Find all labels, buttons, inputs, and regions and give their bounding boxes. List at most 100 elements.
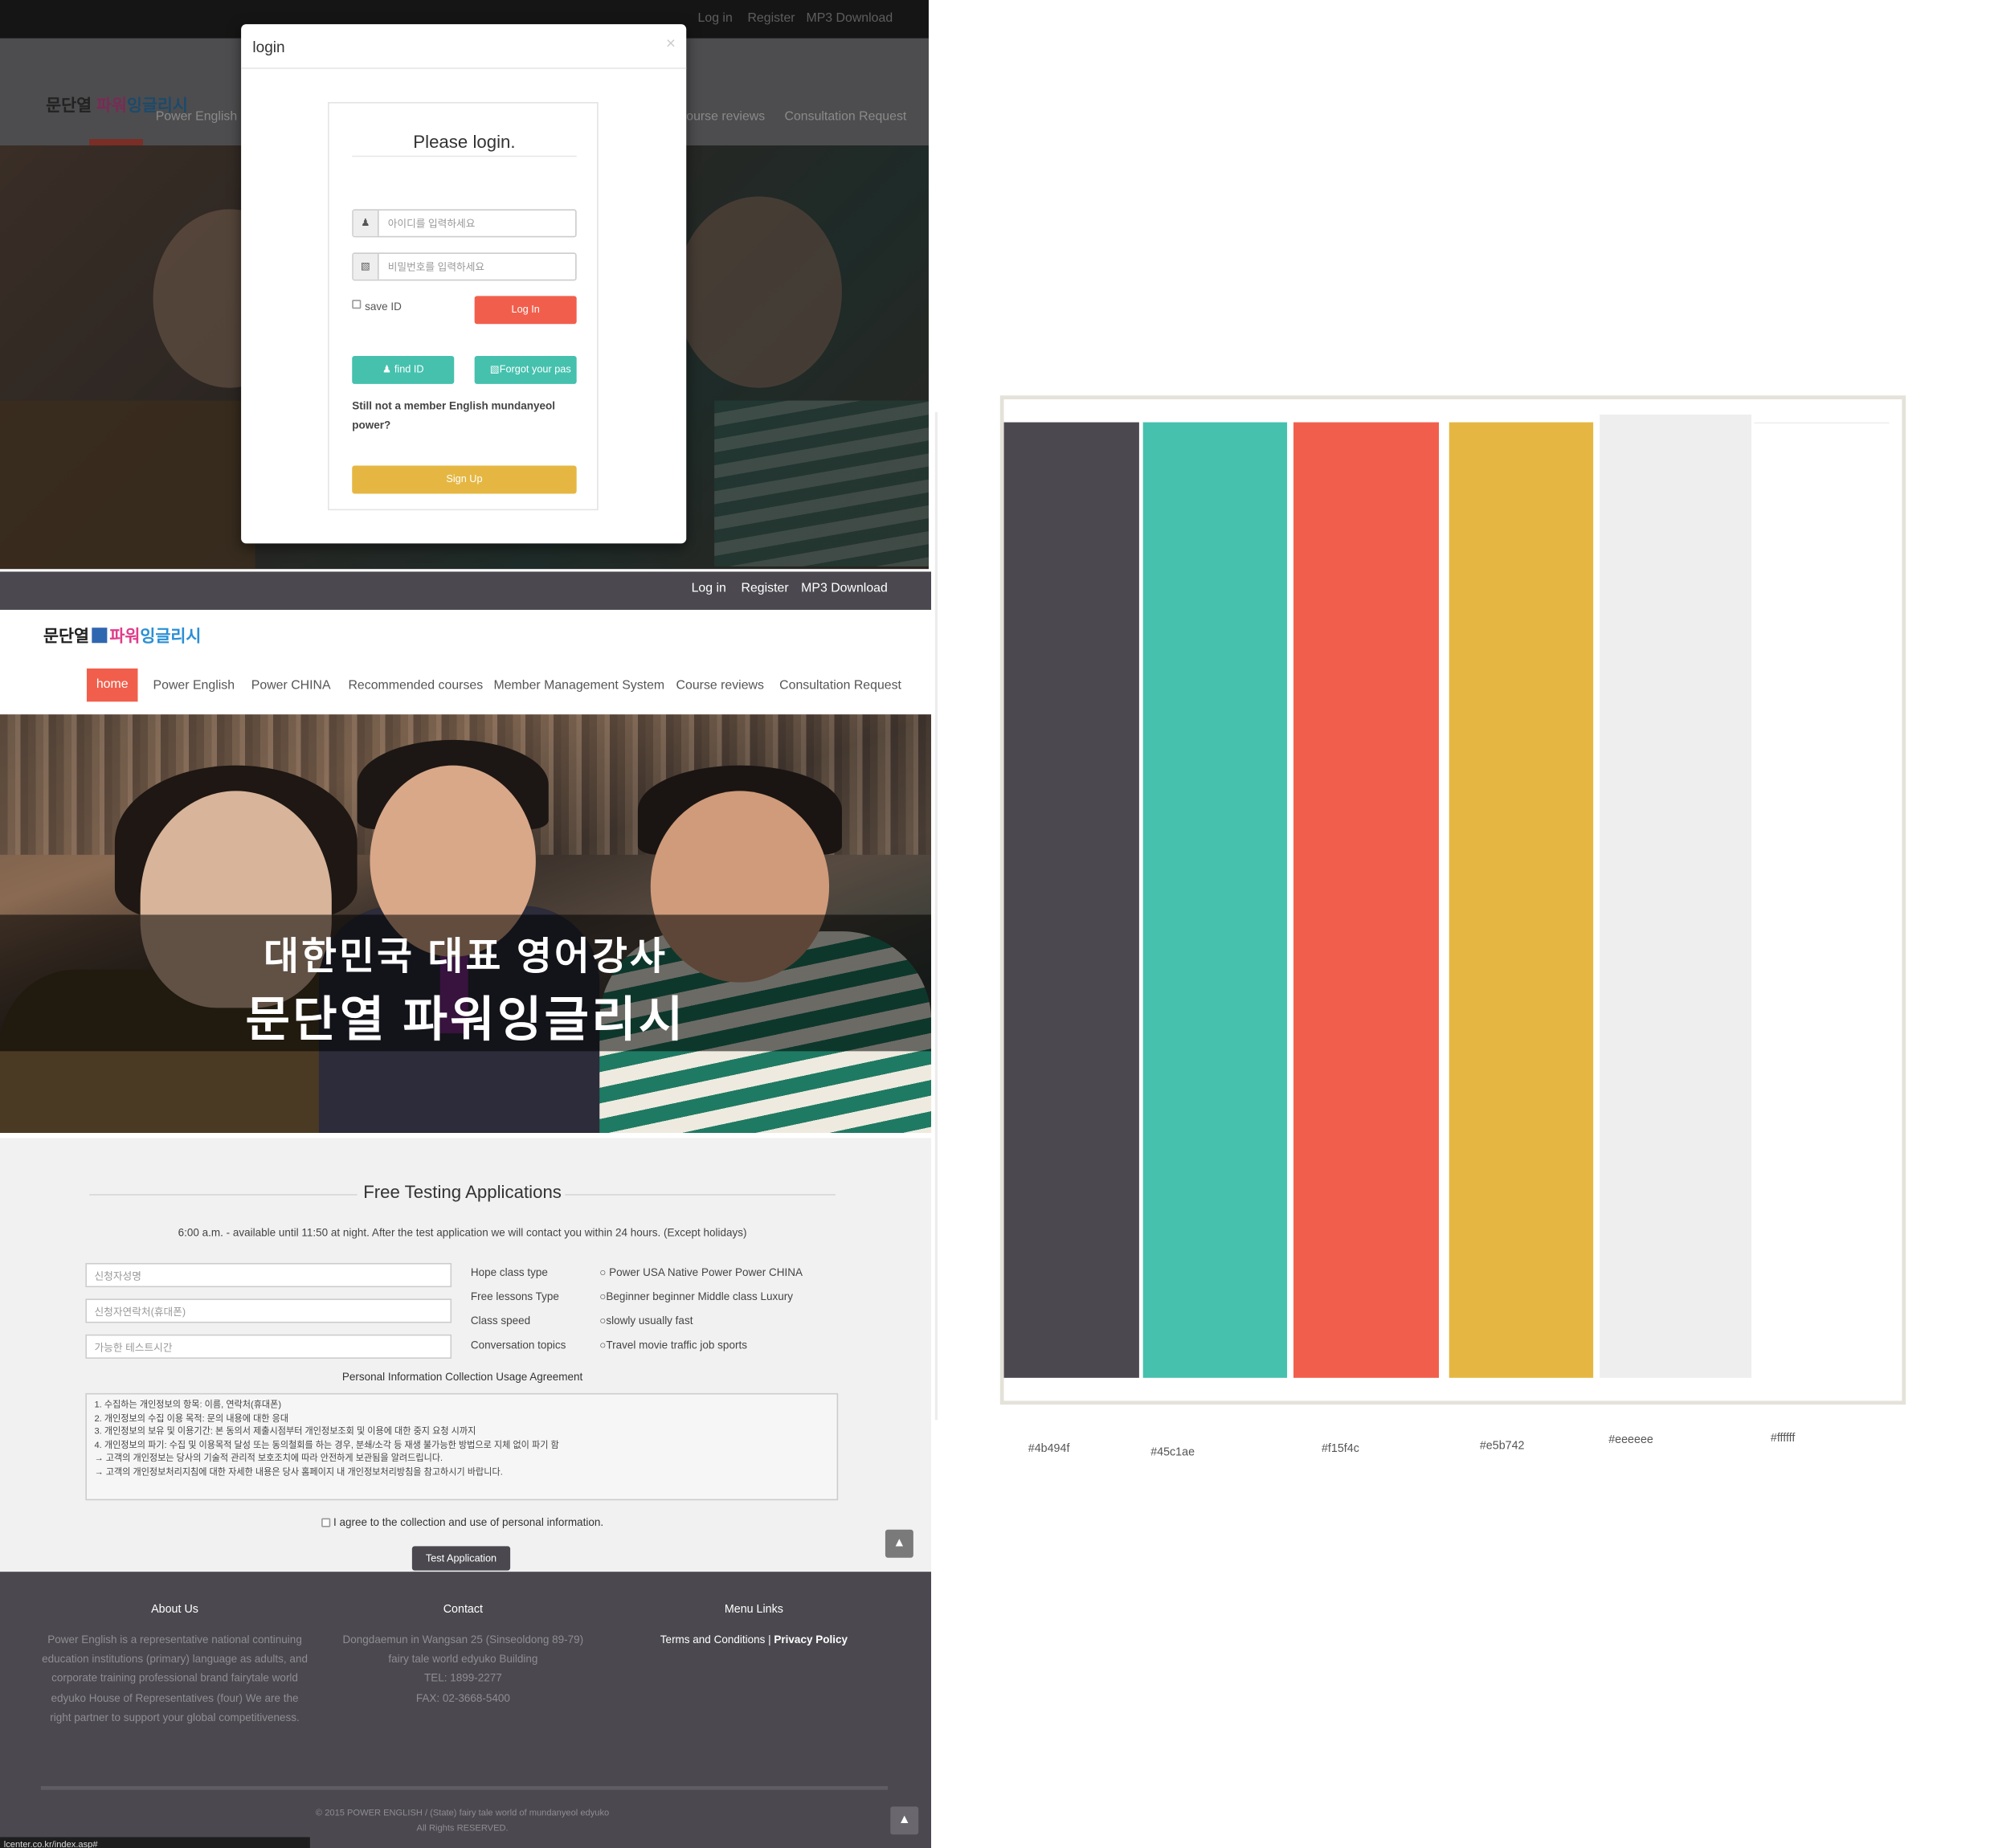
close-icon[interactable]: ×: [666, 33, 676, 52]
name-placeholder: 신청자성명: [94, 1270, 141, 1282]
login-link[interactable]: Log in: [692, 582, 726, 595]
free-test-form: Free Testing Applications 6:00 a.m. - av…: [0, 1138, 932, 1572]
swatch-4b494f: [1003, 422, 1139, 1378]
lock-icon: ▧: [489, 363, 500, 375]
password-input[interactable]: ▧ 비밀번호를 입력하세요: [352, 252, 577, 281]
logo-brand: 문단열: [43, 626, 89, 646]
login-link[interactable]: Log in: [698, 11, 733, 25]
footer-divider: [40, 1785, 889, 1790]
nav-course-reviews[interactable]: Course reviews: [676, 679, 764, 693]
agree-label: I agree to the collection and use of per…: [333, 1515, 604, 1529]
class-type-options: Power USA Native Power Power CHINA: [609, 1265, 803, 1278]
find-id-button[interactable]: ♟ find ID: [352, 355, 455, 384]
swatch-eeeeee: [1600, 415, 1752, 1378]
phone-field[interactable]: 신청자연락처(휴대폰): [85, 1298, 452, 1323]
agreement-line: 4. 개인정보의 파기: 수집 및 이용목적 달성 또는 동의철회를 하는 경우…: [94, 1441, 559, 1450]
register-link[interactable]: Register: [742, 582, 789, 595]
login-modal-screenshot: Log in Register MP3 Download 문단열 파워잉글리시 …: [0, 0, 929, 570]
contact-address: Dongdaemun in Wangsan 25 (Sinseoldong 89…: [342, 1633, 584, 1646]
hero-headline-2: 문단열 파워잉글리시: [245, 993, 686, 1048]
test-time-placeholder: 가능한 테스트시간: [94, 1342, 173, 1354]
form-subtitle: 6:00 a.m. - available until 11:50 at nig…: [178, 1225, 747, 1239]
agreement-line: 2. 개인정보의 수집 이용 목적: 문의 내용에 대한 응대: [94, 1414, 289, 1424]
homepage-screenshot: Log in Register MP3 Download 문단열 파워잉글리시 h…: [0, 571, 932, 1848]
sign-up-button[interactable]: Sign Up: [352, 465, 577, 494]
class-type-radios[interactable]: ○ Power USA Native Power Power CHINA: [599, 1265, 803, 1278]
contact-title: Contact: [443, 1602, 484, 1616]
agree-row: I agree to the collection and use of per…: [0, 1515, 925, 1528]
terms-link[interactable]: Terms and Conditions: [660, 1633, 766, 1646]
hero-dim-shape: [0, 400, 255, 570]
hero-dim-shape: [714, 400, 929, 566]
phone-placeholder: 신청자연락처(휴대폰): [94, 1306, 186, 1319]
nav-power-english[interactable]: Power English: [153, 679, 235, 693]
lock-icon: ▧: [353, 253, 379, 280]
register-link[interactable]: Register: [747, 11, 795, 25]
contact-block: Dongdaemun in Wangsan 25 (Sinseoldong 89…: [319, 1630, 607, 1708]
nav-power-china[interactable]: Power CHINA: [251, 679, 331, 693]
site-logo[interactable]: 문단열 파워잉글리시: [43, 623, 201, 647]
nav-member-management[interactable]: Member Management System: [493, 679, 664, 693]
mp3-download-link[interactable]: MP3 Download: [801, 582, 888, 595]
agreement-line: 1. 수집하는 개인정보의 항목: 이름, 연락처(휴대폰): [94, 1400, 282, 1410]
palette-edge-line: [934, 411, 938, 1421]
agreement-title: Personal Information Collection Usage Ag…: [341, 1370, 583, 1384]
agree-checkbox[interactable]: [321, 1518, 331, 1527]
nav-consultation-dimmed[interactable]: Consultation Request: [784, 110, 906, 124]
copyright-line: © 2015 POWER ENGLISH / (State) fairy tal…: [315, 1809, 610, 1818]
nav-power-english-dimmed[interactable]: Power English: [156, 110, 237, 124]
arrow-up-icon[interactable]: ▲: [890, 1806, 919, 1835]
modal-divider: [241, 67, 687, 69]
lesson-type-radios[interactable]: ○Beginner beginner Middle class Luxury: [599, 1290, 793, 1302]
test-application-button[interactable]: Test Application: [411, 1546, 511, 1571]
arrow-up-icon[interactable]: ▲: [885, 1529, 913, 1558]
user-icon: ♟: [382, 363, 394, 375]
user-id-input[interactable]: ♟ 아이디를 입력하세요: [352, 209, 577, 238]
agreement-line: 3. 개인정보의 보유 및 이용기간: 본 동의서 제출시점부터 개인정보조회 …: [94, 1427, 476, 1437]
conversation-topics-options: Travel movie traffic job sports: [606, 1338, 747, 1351]
class-speed-options: slowly usually fast: [606, 1314, 693, 1327]
class-type-label: Hope class type: [470, 1265, 548, 1278]
class-speed-radios[interactable]: ○slowly usually fast: [599, 1314, 693, 1327]
login-modal: login × Please login. ♟ 아이디를 입력하세요 ▧ 비밀번…: [241, 24, 687, 544]
menu-separator: |: [768, 1633, 771, 1646]
nav-home[interactable]: home: [86, 668, 138, 702]
composite-canvas: Log in Register MP3 Download 문단열 파워잉글리시 …: [0, 0, 1990, 1848]
status-bar-url: lcenter.co.kr/index.asp#: [0, 1837, 310, 1848]
swatch-45c1ae: [1142, 422, 1288, 1378]
agreement-line: → 고객의 개인정보처리지침에 대한 자세한 내용은 당사 홈페이지 내 개인정…: [94, 1467, 503, 1477]
nav-recommended-courses[interactable]: Recommended courses: [348, 679, 483, 693]
agreement-textarea[interactable]: 1. 수집하는 개인정보의 항목: 이름, 연락처(휴대폰) 2. 개인정보의 …: [85, 1392, 839, 1501]
swatch-e5b742: [1449, 422, 1594, 1378]
password-placeholder: 비밀번호를 입력하세요: [387, 261, 485, 273]
not-member-text: Still not a member English mundanyeol po…: [352, 399, 555, 431]
about-title: About Us: [151, 1602, 198, 1616]
swatch-label: #e5b742: [1479, 1439, 1525, 1452]
contact-tel: TEL: 1899-2277: [423, 1671, 502, 1685]
nav-consultation-request[interactable]: Consultation Request: [779, 679, 901, 693]
forgot-password-button[interactable]: ▧Forgot your pas: [474, 355, 577, 384]
menu-links-title: Menu Links: [724, 1602, 783, 1616]
agreement-line: → 고객의 개인정보는 당사의 기술적 관리적 보호조치에 따라 안전하게 보관…: [94, 1454, 443, 1464]
logo-text-b: 잉글리시: [140, 626, 202, 646]
login-heading: Please login.: [413, 131, 516, 152]
login-button[interactable]: Log In: [474, 296, 577, 325]
about-text: Power English is a representative nation…: [42, 1633, 308, 1723]
name-field[interactable]: 신청자성명: [85, 1262, 452, 1288]
mp3-download-link[interactable]: MP3 Download: [806, 11, 893, 25]
swatch-ffffff: [1754, 422, 1890, 1378]
swatch-label: #4b494f: [1028, 1441, 1070, 1455]
save-id-label: save ID: [365, 300, 402, 313]
conversation-topics-radios[interactable]: ○Travel movie traffic job sports: [599, 1339, 747, 1351]
hero-banner: 대한민국 대표 영어강사 문단열 파워잉글리시: [0, 714, 932, 1133]
form-title: Free Testing Applications: [363, 1181, 562, 1202]
nav-course-reviews-dimmed[interactable]: ourse reviews: [686, 110, 765, 124]
swatch-label: #eeeeee: [1608, 1433, 1653, 1445]
class-speed-label: Class speed: [470, 1314, 531, 1327]
save-id-checkbox[interactable]: [352, 300, 362, 309]
privacy-policy-link[interactable]: Privacy Policy: [774, 1633, 848, 1646]
lesson-type-label: Free lessons Type: [470, 1290, 559, 1303]
modal-title: login: [252, 38, 285, 56]
forgot-password-label: Forgot your pas: [499, 363, 571, 375]
test-time-field[interactable]: 가능한 테스트시간: [85, 1334, 452, 1359]
